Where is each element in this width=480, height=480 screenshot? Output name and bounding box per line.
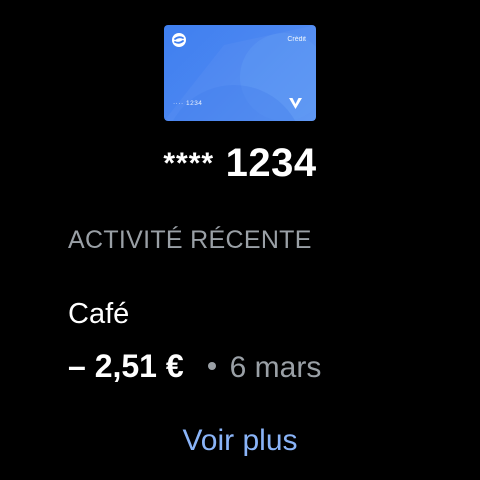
- card-masked-number: ···· 1234: [173, 100, 203, 107]
- transaction-details[interactable]: – 2,51 € 6 mars: [68, 348, 321, 385]
- transaction-merchant[interactable]: Café: [68, 298, 129, 331]
- wallet-logo-icon: [172, 33, 186, 47]
- payment-card-image[interactable]: Crédit ···· 1234: [164, 25, 316, 121]
- card-number-mask: ****: [163, 147, 215, 180]
- separator-dot: [207, 362, 216, 370]
- card-number: **** 1234: [0, 141, 480, 186]
- see-more-link[interactable]: Voir plus: [0, 424, 480, 458]
- wallet-card-screen: Crédit ···· 1234 **** 1234 ACTIVITÉ RÉCE…: [0, 0, 480, 480]
- card-number-last4: 1234: [225, 141, 317, 185]
- card-network-v-icon: [289, 98, 302, 109]
- card-type-label: Crédit: [287, 36, 306, 43]
- recent-activity-title: ACTIVITÉ RÉCENTE: [68, 226, 312, 254]
- transaction-date: 6 mars: [229, 351, 322, 384]
- transaction-amount: – 2,51 €: [68, 348, 184, 384]
